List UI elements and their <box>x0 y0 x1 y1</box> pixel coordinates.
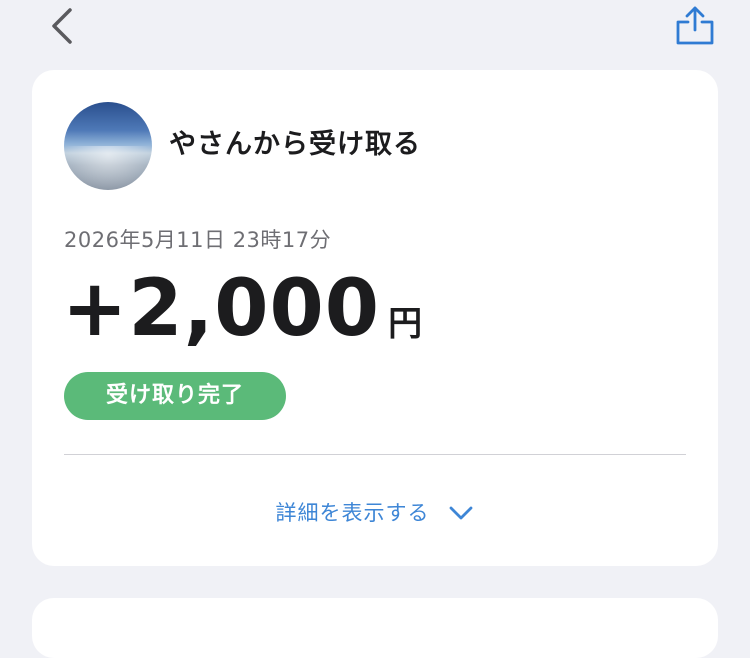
show-details-button[interactable]: 詳細を表示する <box>32 488 718 538</box>
transaction-card: やさんから受け取る 2026年5月11日 23時17分 +2,000 円 受け取り… <box>32 70 718 566</box>
avatar-image-haze <box>64 146 152 190</box>
amount-row: +2,000 円 <box>62 264 422 354</box>
share-button[interactable] <box>672 2 718 48</box>
back-button[interactable] <box>44 4 80 48</box>
transaction-datetime: 2026年5月11日 23時17分 <box>64 228 332 252</box>
show-details-label: 詳細を表示する <box>275 501 430 525</box>
chevron-down-icon <box>449 506 472 520</box>
share-icon <box>676 6 714 45</box>
chevron-left-icon <box>52 8 72 44</box>
currency-label: 円 <box>388 304 423 344</box>
avatar <box>64 102 152 190</box>
divider <box>64 454 686 455</box>
amount-value: +2,000 <box>62 264 381 354</box>
secondary-card <box>32 598 718 658</box>
top-bar <box>0 0 750 56</box>
status-badge: 受け取り完了 <box>64 372 286 420</box>
transaction-title: やさんから受け取る <box>169 129 421 160</box>
